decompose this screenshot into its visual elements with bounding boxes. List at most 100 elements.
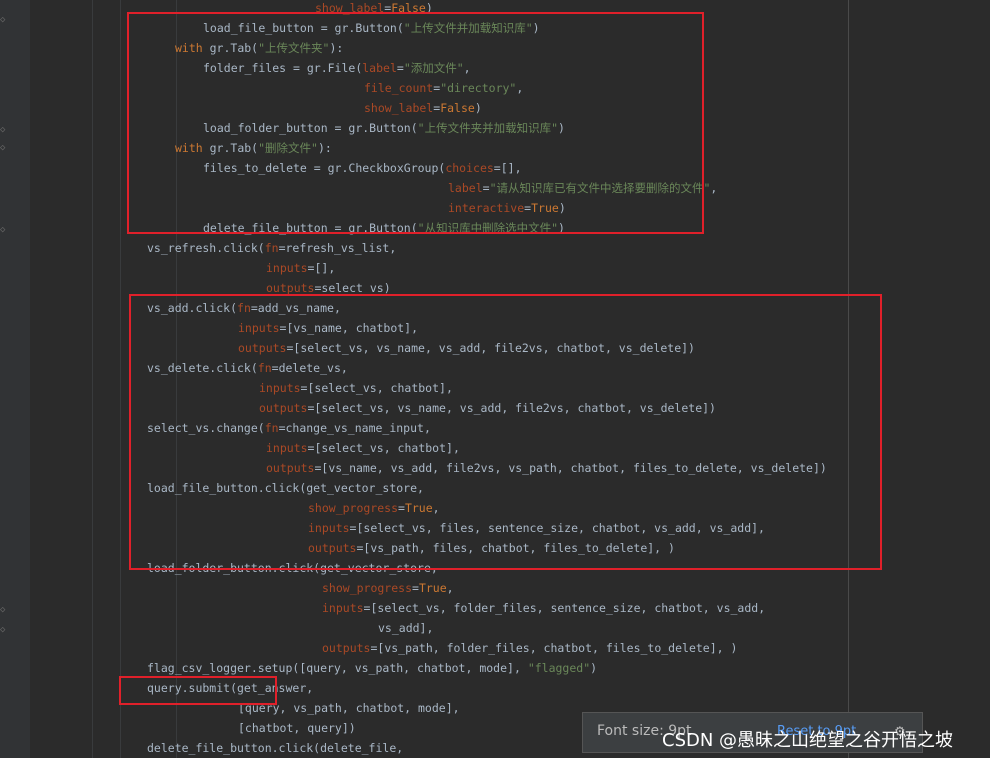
code-token: inputs — [266, 261, 308, 275]
code-line[interactable]: outputs=[select_vs, vs_name, vs_add, fil… — [238, 338, 695, 358]
code-line[interactable]: show_label=False) — [315, 0, 433, 18]
code-token: =delete_vs, — [271, 361, 348, 375]
code-line[interactable]: inputs=[select_vs, chatbot], — [266, 438, 460, 458]
code-token: choices — [445, 161, 494, 175]
indent-guide — [176, 0, 177, 758]
code-token: vs_add], — [378, 621, 434, 635]
code-token: label — [448, 181, 483, 195]
code-line[interactable]: query.submit(get_answer, — [147, 678, 313, 698]
code-line[interactable]: vs_add], — [378, 618, 433, 638]
code-token: , — [710, 181, 718, 195]
code-token: vs_add.click( — [147, 301, 238, 315]
code-token: =[], — [493, 161, 522, 175]
code-token: load_file_button = gr.Button( — [203, 21, 404, 35]
code-token: query.submit(get_answer, — [147, 681, 314, 695]
code-token: gr.Tab( — [209, 41, 259, 55]
code-line[interactable]: inputs=[select_vs, files, sentence_size,… — [308, 518, 765, 538]
indent-guide — [92, 0, 93, 758]
code-line[interactable]: show_label=False) — [364, 98, 482, 118]
code-token: load_folder_button.click(get_vector_stor… — [147, 561, 438, 575]
code-token: select_vs.change( — [147, 421, 265, 435]
code-token: = — [396, 61, 404, 75]
code-token: =[vs_path, folder_files, chatbot, files_… — [370, 641, 738, 655]
code-line[interactable]: outputs=[vs_path, folder_files, chatbot,… — [322, 638, 737, 658]
code-line[interactable]: outputs=select_vs) — [266, 278, 391, 298]
code-token: =[select_vs, chatbot], — [300, 381, 453, 395]
code-token: outputs — [322, 641, 371, 655]
code-line[interactable]: interactive=True) — [448, 198, 566, 218]
code-line[interactable]: [query, vs_path, chatbot, mode], — [238, 698, 460, 718]
code-line[interactable]: inputs=[select_vs, chatbot], — [259, 378, 453, 398]
code-token: load_folder_button = gr.Button( — [203, 121, 418, 135]
code-line[interactable]: load_folder_button = gr.Button("上传文件夹并加载… — [203, 118, 565, 138]
code-token: outputs — [266, 461, 315, 475]
code-token: delete_file_button = gr.Button( — [203, 221, 418, 235]
code-line[interactable]: show_progress=True, — [322, 578, 454, 598]
code-line[interactable]: outputs=[vs_name, vs_add, file2vs, vs_pa… — [266, 458, 827, 478]
code-token: =[vs_name, vs_add, file2vs, vs_path, cha… — [314, 461, 827, 475]
code-line[interactable]: [chatbot, query]) — [238, 718, 356, 738]
code-token: = — [398, 501, 405, 515]
code-token: "上传文件并加载知识库" — [403, 21, 533, 35]
code-line[interactable]: vs_delete.click(fn=delete_vs, — [147, 358, 348, 378]
code-line[interactable]: show_progress=True, — [308, 498, 440, 518]
code-token: inputs — [322, 601, 364, 615]
code-line[interactable]: outputs=[vs_path, files, chatbot, files_… — [308, 538, 675, 558]
code-token: = — [412, 581, 419, 595]
code-token: =[select_vs, chatbot], — [307, 441, 460, 455]
code-token: outputs — [266, 281, 315, 295]
code-token: show_progress — [308, 501, 399, 515]
code-token: =[], — [307, 261, 336, 275]
code-token: show_progress — [322, 581, 413, 595]
code-token: [query, vs_path, chatbot, mode], — [238, 701, 460, 715]
code-token: ) — [532, 21, 540, 35]
code-token: True — [418, 581, 447, 595]
editor-gutter: ◇ ◇ ◇ ◇ ◇ ◇ — [0, 0, 30, 758]
code-token: files_to_delete = gr.CheckboxGroup( — [203, 161, 446, 175]
code-line[interactable]: with gr.Tab("删除文件"): — [175, 138, 332, 158]
code-token: ) — [590, 661, 598, 675]
code-line[interactable]: files_to_delete = gr.CheckboxGroup(choic… — [203, 158, 522, 178]
code-token: gr.Tab( — [209, 141, 259, 155]
code-token: [chatbot, query]) — [238, 721, 356, 735]
code-token: True — [531, 201, 559, 215]
code-line[interactable]: outputs=[select_vs, vs_name, vs_add, fil… — [259, 398, 716, 418]
code-token: =[vs_name, chatbot], — [279, 321, 419, 335]
fold-marker[interactable]: ◇ — [0, 224, 7, 236]
code-line[interactable]: load_file_button = gr.Button("上传文件并加载知识库… — [203, 18, 540, 38]
code-line[interactable]: select_vs.change(fn=change_vs_name_input… — [147, 418, 431, 438]
code-token: , — [432, 501, 440, 515]
code-line[interactable]: delete_file_button = gr.Button("从知识库中删除选… — [203, 218, 565, 238]
code-line[interactable]: load_file_button.click(get_vector_store, — [147, 478, 424, 498]
code-line[interactable]: inputs=[select_vs, folder_files, sentenc… — [322, 598, 765, 618]
fold-marker[interactable]: ◇ — [0, 14, 7, 26]
fold-marker[interactable]: ◇ — [0, 124, 7, 136]
fold-marker[interactable]: ◇ — [0, 604, 7, 616]
fold-marker[interactable]: ◇ — [0, 624, 7, 636]
code-line[interactable]: load_folder_button.click(get_vector_stor… — [147, 558, 438, 578]
code-line[interactable]: inputs=[vs_name, chatbot], — [238, 318, 418, 338]
code-line[interactable]: label="请从知识库已有文件中选择要删除的文件", — [448, 178, 717, 198]
code-token: "添加文件" — [403, 61, 464, 75]
code-line[interactable]: delete_file_button.click(delete_file, — [147, 738, 403, 758]
code-token: file_count — [364, 81, 434, 95]
code-token: interactive — [448, 201, 525, 215]
code-line[interactable]: with gr.Tab("上传文件夹"): — [175, 38, 343, 58]
code-line[interactable]: vs_refresh.click(fn=refresh_vs_list, — [147, 238, 396, 258]
code-token: with — [175, 41, 210, 55]
code-token: inputs — [259, 381, 301, 395]
code-token: =select_vs) — [314, 281, 391, 295]
code-token: ) — [558, 221, 565, 235]
code-line[interactable]: folder_files = gr.File(label="添加文件", — [203, 58, 471, 78]
code-token: ): — [317, 141, 332, 155]
code-token: =[select_vs, vs_name, vs_add, file2vs, c… — [307, 401, 716, 415]
code-line[interactable]: inputs=[], — [266, 258, 335, 278]
code-line[interactable]: flag_csv_logger.setup([query, vs_path, c… — [147, 658, 597, 678]
code-line[interactable]: file_count="directory", — [364, 78, 523, 98]
fold-marker[interactable]: ◇ — [0, 142, 7, 154]
code-token: =add_vs_name, — [250, 301, 341, 315]
code-line[interactable]: vs_add.click(fn=add_vs_name, — [147, 298, 341, 318]
code-token: "删除文件" — [258, 141, 318, 155]
code-token: ) — [558, 201, 566, 215]
code-token: "directory" — [440, 81, 517, 95]
